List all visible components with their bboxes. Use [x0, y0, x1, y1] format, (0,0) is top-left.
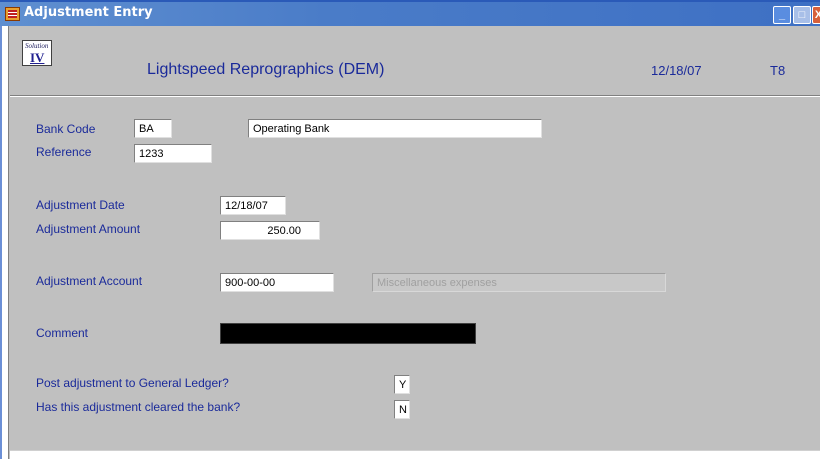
adjustment-date-field[interactable]: 12/18/07 [220, 196, 286, 215]
company-name: Lightspeed Reprographics (DEM) [147, 61, 385, 78]
close-button[interactable]: X [812, 6, 820, 24]
window-left-frame [0, 26, 9, 459]
adjustment-account-label: Adjustment Account [36, 274, 143, 288]
comment-label: Comment [36, 326, 89, 340]
title-bar[interactable]: Adjustment Entry _ □ X [0, 0, 820, 26]
bank-code-field[interactable]: BA [134, 119, 172, 138]
comment-field[interactable] [220, 323, 476, 344]
bank-code-label: Bank Code [36, 122, 96, 136]
reference-field[interactable]: 1233 [134, 144, 212, 163]
account-description-field: Miscellaneous expenses [372, 273, 666, 292]
header-date: 12/18/07 [651, 63, 702, 78]
bank-description-field: Operating Bank [248, 119, 542, 138]
adjustment-date-label: Adjustment Date [36, 198, 125, 212]
adjustment-amount-label: Adjustment Amount [36, 222, 141, 236]
window-title: Adjustment Entry [24, 5, 153, 20]
adjustment-entry-window: Adjustment Entry _ □ X Solution IV Light… [0, 0, 820, 459]
company-header: Solution IV Lightspeed Reprographics (DE… [10, 26, 820, 97]
maximize-button[interactable]: □ [793, 6, 811, 24]
cleared-bank-label: Has this adjustment cleared the bank? [36, 400, 241, 414]
logo-numeral: IV [30, 50, 45, 65]
cleared-bank-field[interactable]: N [394, 400, 410, 419]
adjustment-amount-field[interactable]: 250.00 [220, 221, 320, 240]
solution-iv-logo: Solution IV [22, 40, 52, 66]
reference-label: Reference [36, 145, 92, 159]
post-to-gl-label: Post adjustment to General Ledger? [36, 376, 229, 390]
adjustment-form: Bank Code BA Operating Bank Reference 12… [10, 98, 820, 459]
app-icon[interactable] [5, 7, 20, 21]
minimize-button[interactable]: _ [773, 6, 791, 24]
post-to-gl-field[interactable]: Y [394, 375, 410, 394]
adjustment-account-field[interactable]: 900-00-00 [220, 273, 334, 292]
logo-text: Solution [25, 42, 49, 50]
terminal-id: T8 [770, 63, 786, 78]
status-strip [10, 450, 820, 459]
